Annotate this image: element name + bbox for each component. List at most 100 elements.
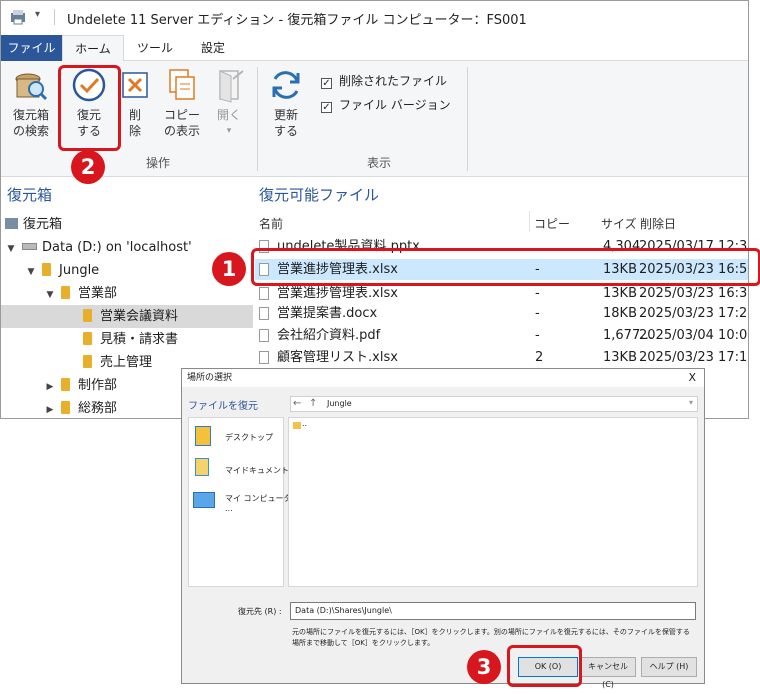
copy-view-label-1: コピー: [163, 108, 200, 122]
chevron-down-icon[interactable]: ▼: [25, 261, 37, 284]
back-arrow-icon[interactable]: ←: [293, 398, 301, 409]
tree-label: 見積・請求書: [100, 332, 179, 347]
right-pane-title: 復元可能ファイル: [259, 186, 380, 204]
delete-label-2: 除: [128, 124, 141, 138]
file-deleted: 2025/03/04 10:01: [639, 328, 749, 343]
dialog-title: 場所の選択: [182, 369, 704, 387]
tab-file[interactable]: ファイル: [1, 35, 62, 61]
printer-icon: [5, 218, 18, 229]
recycle-bin-search-icon: [15, 73, 48, 101]
search-recycle-bin-button[interactable]: 復元箱 の検索: [7, 67, 55, 139]
deleted-files-checkbox[interactable]: ✓ 削除されたファイル: [321, 72, 447, 89]
tab-home[interactable]: ホーム: [62, 35, 124, 62]
chevron-down-icon[interactable]: ▼: [44, 284, 56, 307]
checkbox-checked-icon: ✓: [321, 102, 332, 113]
file-row[interactable]: 顧客管理リスト.xlsx 2 13KB 2025/03/23 17:17: [255, 347, 749, 368]
file-name: 顧客管理リスト.xlsx: [277, 350, 398, 365]
documents-icon: [195, 458, 209, 476]
file-icon: [259, 287, 269, 300]
tab-tools[interactable]: ツール: [127, 35, 183, 61]
app-icon: [11, 10, 25, 25]
refresh-button[interactable]: 更新 する: [265, 67, 307, 139]
place-documents[interactable]: マイドキュメント: [225, 465, 289, 476]
file-icon: [259, 307, 269, 320]
folder-icon: [293, 422, 301, 429]
delete-x-icon: [122, 72, 148, 98]
tree-label: 営業部: [78, 286, 118, 301]
folder-icon: [83, 332, 92, 345]
delete-button[interactable]: 削 除: [119, 67, 151, 139]
tree-label: 営業会議資料: [100, 309, 179, 324]
file-size: 18KB: [603, 306, 637, 321]
folder-icon: [42, 263, 51, 276]
drive-icon: [22, 243, 37, 250]
tab-settings[interactable]: 設定: [187, 35, 239, 61]
file-icon: [259, 351, 269, 364]
folder-list: ..: [288, 417, 698, 587]
open-door-icon: [219, 70, 244, 103]
place-computer[interactable]: マイ コンピュータ: [225, 493, 292, 504]
chevron-right-icon[interactable]: ▶: [44, 376, 56, 399]
open-dropdown-icon[interactable]: ▾: [211, 123, 247, 139]
step-badge-2: 2: [71, 150, 105, 184]
ok-button-highlight: [507, 645, 582, 687]
path-combo[interactable]: ← ↑ Jungle ▾: [290, 396, 698, 412]
tree-label: 復元箱: [23, 217, 63, 232]
step-badge-3: 3: [467, 650, 501, 684]
place-desktop[interactable]: デスクトップ: [225, 432, 273, 443]
cancel-button[interactable]: キャンセル (C): [580, 657, 636, 689]
dialog-close-button[interactable]: X: [688, 370, 696, 386]
refresh-label-1: 更新: [273, 108, 298, 122]
column-header-copy[interactable]: コピー: [534, 215, 570, 232]
file-copy: -: [535, 286, 540, 301]
tree-label: 総務部: [78, 401, 118, 416]
file-row[interactable]: 営業進捗管理表.xlsx - 13KB 2025/03/23 16:36: [255, 283, 749, 304]
show-copies-button[interactable]: コピー の表示: [159, 67, 205, 139]
tree-label: Data (D:) on 'localhost': [42, 240, 192, 255]
restore-files-link[interactable]: ファイルを復元: [188, 397, 258, 412]
file-deleted: 2025/03/23 17:17: [639, 350, 749, 365]
up-arrow-icon[interactable]: ↑: [309, 398, 317, 409]
help-button[interactable]: ヘルプ (H): [641, 657, 697, 677]
search-recycle-label-1: 復元箱: [12, 108, 49, 122]
chevron-down-icon[interactable]: ▼: [5, 238, 17, 261]
file-name: 営業進捗管理表.xlsx: [277, 286, 398, 301]
quick-access-dropdown-icon[interactable]: ▾: [35, 9, 40, 20]
tree-item-sales-meeting[interactable]: 営業会議資料: [1, 305, 253, 328]
file-versions-label: ファイル バージョン: [339, 98, 451, 112]
column-header-size[interactable]: サイズ: [601, 215, 637, 232]
column-header-deleted[interactable]: 削除日: [640, 215, 676, 232]
destination-input[interactable]: Data (D:)\Shares\Jungle\: [290, 602, 696, 620]
group-label-view: 表示: [367, 156, 392, 170]
deleted-files-label: 削除されたファイル: [339, 74, 448, 88]
column-header-name[interactable]: 名前: [259, 215, 283, 232]
tree-item-sales[interactable]: ▼ 営業部: [1, 282, 253, 305]
tree-item-drive[interactable]: ▼ Data (D:) on 'localhost': [1, 236, 253, 259]
file-icon: [259, 329, 269, 342]
refresh-icon: [272, 71, 300, 99]
file-row[interactable]: 会社紹介資料.pdf -1,677… 2025/03/04 10:01: [255, 325, 749, 346]
open-button[interactable]: 開く ▾: [211, 67, 247, 139]
location-dialog: 場所の選択 X ファイルを復元 ← ↑ Jungle ▾ デスクトップ マイドキ…: [181, 368, 705, 689]
main-window: ▾ Undelete 11 Server エディション - 復元箱ファイル コン…: [0, 0, 749, 419]
window-title: Undelete 11 Server エディション - 復元箱ファイル コンピュ…: [67, 13, 527, 28]
selected-file-highlight: [251, 248, 760, 286]
file-copy: 2: [535, 350, 544, 365]
tree-item-recycle-root[interactable]: 復元箱: [1, 213, 253, 236]
file-row[interactable]: 営業提案書.docx - 18KB 2025/03/23 17:25: [255, 303, 749, 324]
parent-folder-item[interactable]: ..: [302, 419, 307, 428]
chevron-down-icon[interactable]: ▾: [689, 398, 693, 407]
file-deleted: 2025/03/23 16:36: [639, 286, 749, 301]
tree-label: 制作部: [78, 378, 118, 393]
file-versions-checkbox[interactable]: ✓ ファイル バージョン: [321, 96, 451, 113]
chevron-right-icon[interactable]: ▶: [44, 399, 56, 418]
path-value: Jungle: [327, 399, 352, 408]
folder-icon: [83, 355, 92, 368]
folder-icon: [61, 401, 70, 414]
tree-item-quotes[interactable]: 見積・請求書: [1, 328, 253, 351]
file-deleted: 2025/03/23 17:25: [639, 306, 749, 321]
search-recycle-label-2: の検索: [12, 124, 49, 138]
title-bar: ▾ Undelete 11 Server エディション - 復元箱ファイル コン…: [1, 1, 748, 35]
left-pane-title: 復元箱: [7, 186, 53, 204]
file-size: 13KB: [603, 350, 637, 365]
